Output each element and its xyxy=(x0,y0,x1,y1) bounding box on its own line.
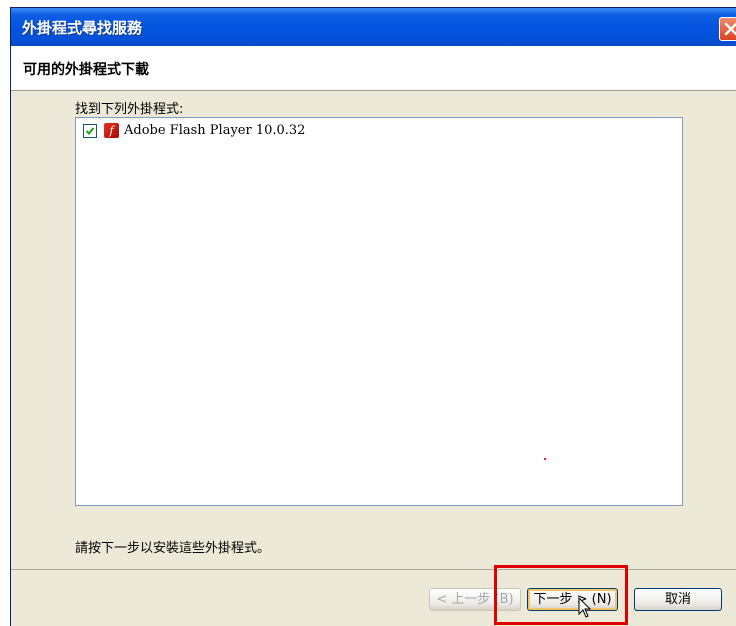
header-band: 可用的外掛程式下載 xyxy=(11,46,736,91)
plugin-list-label: 找到下列外掛程式: xyxy=(75,102,184,117)
cancel-button[interactable]: 取消 xyxy=(634,588,722,611)
page-heading: 可用的外掛程式下載 xyxy=(23,62,149,78)
plugin-name: Adobe Flash Player 10.0.32 xyxy=(124,123,306,138)
highlight-annotation xyxy=(494,565,628,625)
plugin-checkbox[interactable] xyxy=(83,124,97,138)
plugin-list[interactable]: f Adobe Flash Player 10.0.32 xyxy=(75,117,683,506)
checkmark-icon xyxy=(85,127,95,135)
close-icon xyxy=(724,22,736,36)
dialog-body: 找到下列外掛程式: f Adobe Flash Player 10.0.32 請… xyxy=(11,91,736,569)
red-dot-marker xyxy=(544,458,546,460)
mouse-cursor-icon xyxy=(578,597,592,618)
flash-icon: f xyxy=(104,123,119,138)
close-button[interactable] xyxy=(719,17,736,41)
plugin-finder-dialog: 外掛程式尋找服務 可用的外掛程式下載 找到下列外掛程式: f Adobe Fla… xyxy=(10,7,736,626)
title-bar[interactable]: 外掛程式尋找服務 xyxy=(11,8,736,46)
window-title: 外掛程式尋找服務 xyxy=(22,19,143,37)
instruction-text: 請按下一步以安裝這些外掛程式。 xyxy=(75,541,271,556)
